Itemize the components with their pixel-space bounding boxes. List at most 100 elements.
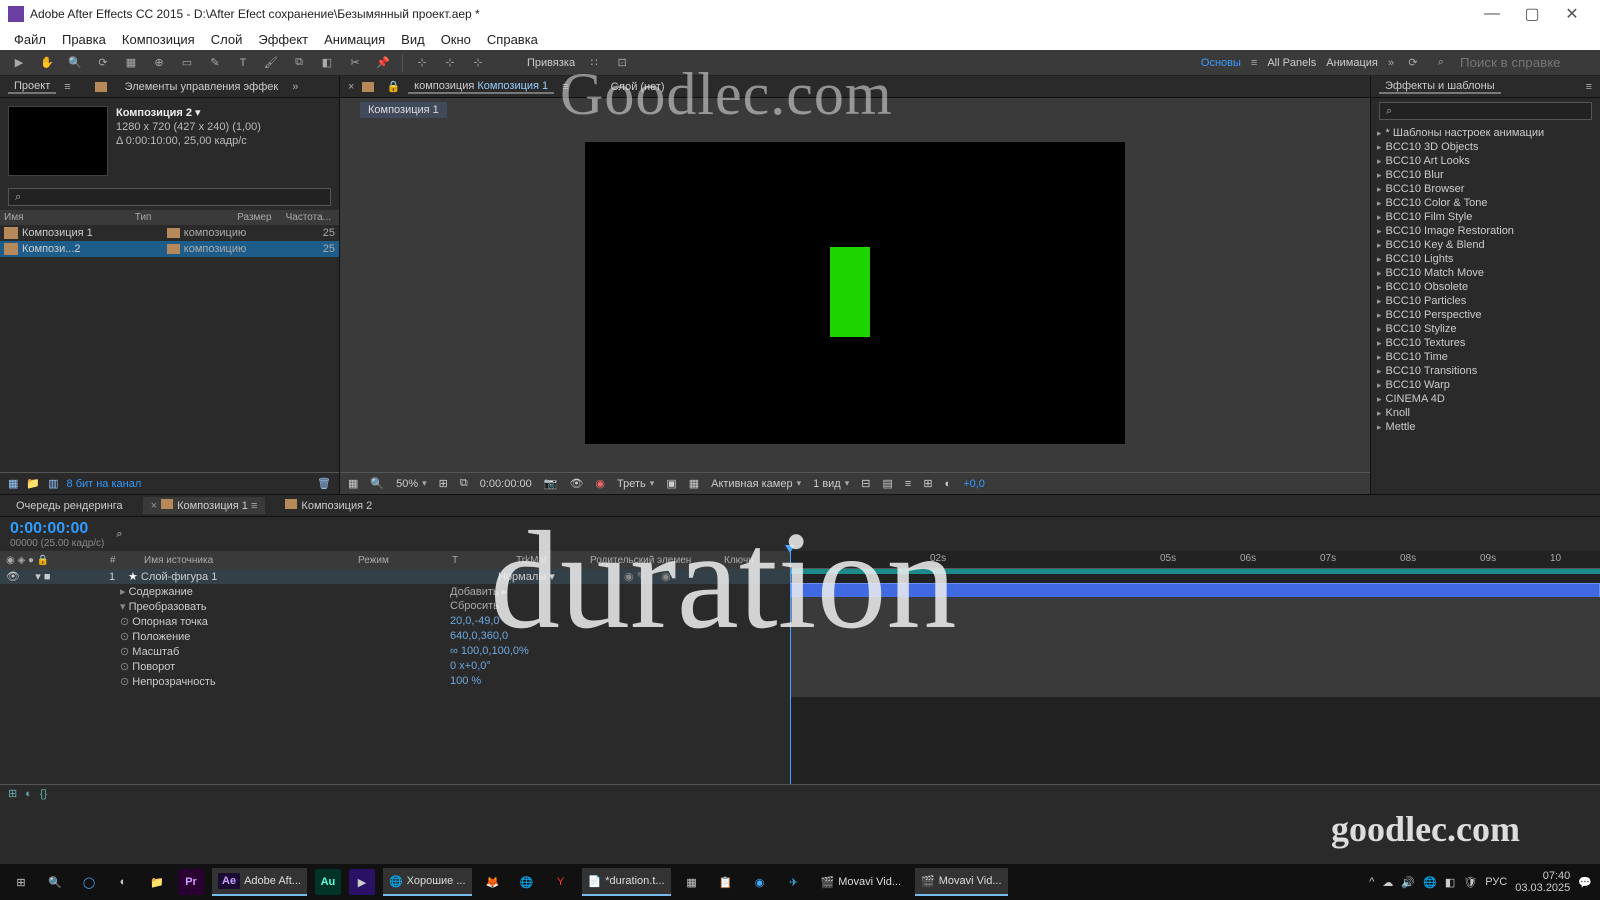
task-view-icon[interactable]: ◐ [110, 869, 136, 895]
flowchart-icon[interactable]: ⊞ [923, 477, 932, 490]
media-encoder-icon[interactable]: ▶ [349, 869, 375, 895]
clone-tool-icon[interactable]: ⧉ [290, 54, 308, 72]
file-explorer-icon[interactable]: 📁 [144, 869, 170, 895]
col-mode[interactable]: Режим [358, 555, 438, 566]
shape-layer-preview[interactable] [830, 247, 870, 337]
col-parent[interactable]: Родительский элемен [590, 555, 710, 566]
viewer-tab-close-icon[interactable]: × [348, 81, 354, 93]
effects-category-item[interactable]: BCC10 Perspective [1377, 308, 1594, 322]
workspace-all-panels[interactable]: All Panels [1267, 57, 1316, 69]
effects-category-item[interactable]: Knoll [1377, 406, 1594, 420]
effects-category-item[interactable]: BCC10 Particles [1377, 294, 1594, 308]
comp-thumbnail[interactable] [8, 106, 108, 176]
transform-property-row[interactable]: Положение640,0,360,0 [0, 629, 790, 644]
roto-tool-icon[interactable]: ✂ [346, 54, 364, 72]
magnify-icon[interactable]: 🔍 [370, 477, 384, 490]
tray-app-icon[interactable]: ◧ [1445, 876, 1455, 889]
snapping-toggle[interactable]: Привязка [527, 57, 575, 69]
camera-tool-icon[interactable]: ▦ [122, 54, 140, 72]
transform-property-row[interactable]: Масштаб∞ 100,0,100,0% [0, 644, 790, 659]
tab-layer-viewer[interactable]: Слой (нет) [605, 81, 671, 93]
minimize-button[interactable]: — [1472, 5, 1512, 23]
pan-behind-tool-icon[interactable]: ⊕ [150, 54, 168, 72]
fast-previews-icon[interactable]: ▤ [882, 477, 892, 490]
brush-tool-icon[interactable]: 🖌 [262, 54, 280, 72]
timeline-search-icon[interactable]: ⌕ [116, 528, 122, 541]
bit-depth-button[interactable]: 8 бит на канал [67, 478, 142, 490]
language-indicator[interactable]: РУС [1485, 876, 1507, 888]
resolution-dropdown[interactable]: Треть [617, 478, 654, 490]
reset-exposure-icon[interactable]: ◐ [945, 478, 952, 490]
zoom-tool-icon[interactable]: 🔍 [66, 54, 84, 72]
col-source-name[interactable]: Имя источника [144, 555, 344, 566]
world-axis-icon[interactable]: ⊹ [441, 54, 459, 72]
timeline-layer-row[interactable]: 👁 ▾ ■ 1 ★ Слой-фигура 1 Нормалы ▾ ◉ ✎ ◉ [0, 569, 790, 584]
effects-category-item[interactable]: BCC10 Film Style [1377, 210, 1594, 224]
toggle-alpha-icon[interactable]: ▦ [348, 477, 358, 490]
menu-file[interactable]: Файл [14, 32, 46, 47]
workspace-essentials[interactable]: Основы [1201, 57, 1241, 69]
effects-category-item[interactable]: BCC10 Browser [1377, 182, 1594, 196]
tab-project[interactable]: Проект [8, 80, 56, 94]
playhead[interactable] [790, 551, 791, 784]
composition-canvas[interactable] [585, 142, 1125, 444]
menu-animation[interactable]: Анимация [324, 32, 385, 47]
help-search-input[interactable] [1460, 55, 1590, 70]
flowchart-chip[interactable]: Композиция 1 [360, 102, 447, 118]
property-value[interactable]: 20,0,-49,0 [450, 615, 500, 628]
effects-category-item[interactable]: BCC10 Stylize [1377, 322, 1594, 336]
zoom-dropdown[interactable]: 50% [396, 478, 427, 490]
new-comp-icon[interactable]: ▥ [48, 477, 58, 490]
taskbar-app-movavi1[interactable]: 🎬Movavi Vid... [815, 868, 907, 896]
effects-category-item[interactable]: BCC10 Obsolete [1377, 280, 1594, 294]
effects-category-item[interactable]: BCC10 Lights [1377, 252, 1594, 266]
col-name[interactable]: Имя [4, 212, 135, 223]
taskbar-app-chrome[interactable]: 🌐Хорошие ... [383, 868, 472, 896]
effects-category-item[interactable]: BCC10 Color & Tone [1377, 196, 1594, 210]
app-icon-1[interactable]: ▦ [679, 869, 705, 895]
premiere-icon[interactable]: Pr [178, 869, 204, 895]
col-freq[interactable]: Частота... [272, 212, 335, 223]
viewer-tab-menu-icon[interactable]: ≡ [562, 81, 568, 93]
project-tab-menu-icon[interactable]: ≡ [64, 81, 70, 93]
toggle-switches-icon[interactable]: ⊞ [8, 787, 17, 800]
tray-security-icon[interactable]: 🛡 [1463, 876, 1477, 889]
effects-category-item[interactable]: BCC10 Match Move [1377, 266, 1594, 280]
menu-effect[interactable]: Эффект [258, 32, 308, 47]
effects-category-item[interactable]: BCC10 3D Objects [1377, 140, 1594, 154]
tab-timeline-comp2[interactable]: Композиция 2 [277, 497, 380, 514]
3d-view-dropdown[interactable]: Активная камер [711, 478, 801, 490]
delete-icon[interactable]: 🗑 [317, 477, 331, 490]
viewer-lock-icon[interactable]: 🔒 [386, 80, 400, 93]
effects-category-item[interactable]: CINEMA 4D [1377, 392, 1594, 406]
project-column-headers[interactable]: Имя Тип Размер Частота... [0, 210, 339, 225]
yandex-icon[interactable]: Y [548, 869, 574, 895]
col-size[interactable]: Размер [224, 212, 272, 223]
tray-chevron-icon[interactable]: ^ [1369, 876, 1374, 888]
tab-timeline-comp1[interactable]: ×Композиция 1 ≡ [143, 497, 266, 514]
snap-opt2-icon[interactable]: ⊡ [613, 54, 631, 72]
views-dropdown[interactable]: 1 вид [813, 478, 849, 490]
col-type[interactable]: Тип [135, 212, 224, 223]
timeline-tab-menu-icon[interactable]: ≡ [251, 500, 257, 512]
snapshot-icon[interactable]: 📷 [544, 477, 558, 490]
property-value[interactable]: 640,0,360,0 [450, 630, 508, 643]
transform-property-row[interactable]: Поворот0 x+0,0° [0, 659, 790, 674]
effects-category-item[interactable]: BCC10 Image Restoration [1377, 224, 1594, 238]
start-button[interactable]: ⊞ [8, 869, 34, 895]
effects-category-item[interactable]: BCC10 Textures [1377, 336, 1594, 350]
hand-tool-icon[interactable]: ✋ [38, 54, 56, 72]
transform-property-row[interactable]: Непрозрачность100 % [0, 674, 790, 689]
audition-icon[interactable]: Au [315, 869, 341, 895]
contents-group[interactable]: Содержание [120, 585, 450, 598]
app-icon-3[interactable]: ◉ [747, 869, 773, 895]
rect-tool-icon[interactable]: ▭ [178, 54, 196, 72]
tab-render-queue[interactable]: Очередь рендеринга [8, 498, 131, 514]
maximize-button[interactable]: ▢ [1512, 4, 1552, 24]
toggle-modes-icon[interactable]: ◐ [25, 788, 32, 800]
transform-group[interactable]: Преобразовать [120, 600, 450, 613]
close-button[interactable]: ✕ [1552, 4, 1592, 24]
show-snapshot-icon[interactable]: 👁 [569, 477, 583, 490]
transparency-grid-icon[interactable]: ▦ [689, 477, 699, 490]
snap-opt-icon[interactable]: ∷ [585, 54, 603, 72]
